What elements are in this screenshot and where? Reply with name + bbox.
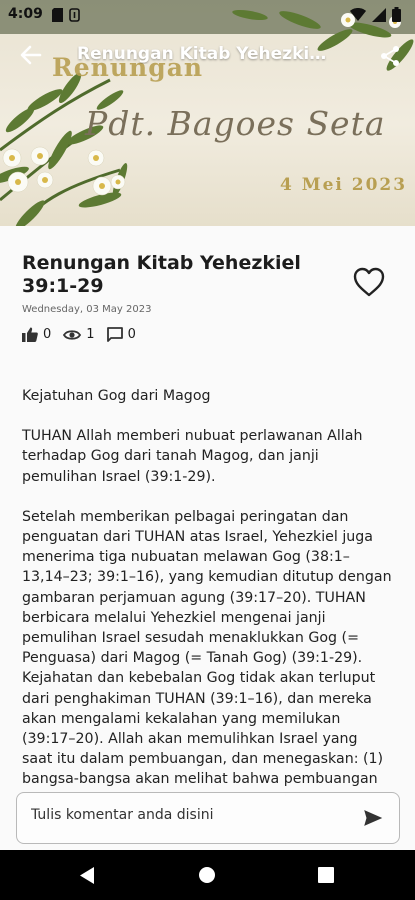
article-content[interactable]: Renungan Kitab Yehezkiel 39:1-29 Wednesd… bbox=[0, 226, 415, 792]
nav-recents-square-icon bbox=[318, 867, 334, 883]
comment-input[interactable] bbox=[29, 806, 343, 824]
article-title: Renungan Kitab Yehezkiel 39:1-29 bbox=[22, 252, 301, 297]
eye-icon bbox=[63, 329, 82, 340]
nav-home-button[interactable] bbox=[198, 866, 216, 888]
comment-count: 0 bbox=[127, 327, 136, 342]
status-bar: 4:09 bbox=[0, 0, 415, 30]
cellular-data-icon bbox=[69, 7, 80, 26]
signal-icon bbox=[372, 7, 386, 26]
thumbs-up-icon bbox=[22, 327, 38, 342]
like-stat[interactable]: 0 bbox=[22, 327, 51, 342]
nav-back-triangle-icon bbox=[80, 867, 94, 884]
view-count: 1 bbox=[86, 327, 95, 342]
favorite-button[interactable] bbox=[352, 266, 386, 298]
heart-outline-icon bbox=[353, 267, 385, 297]
nav-recents-button[interactable] bbox=[318, 867, 334, 887]
wifi-icon bbox=[350, 7, 366, 26]
view-stat: 1 bbox=[63, 327, 95, 342]
comment-stat[interactable]: 0 bbox=[106, 327, 136, 342]
send-button[interactable] bbox=[363, 808, 383, 828]
article-paragraph: Setelah memberikan pelbagai peringatan d… bbox=[22, 508, 392, 788]
article-paragraph: Kejatuhan Gog dari Magog bbox=[22, 388, 211, 404]
nav-back-button[interactable] bbox=[78, 866, 96, 889]
article-paragraph: TUHAN Allah memberi nubuat perlawanan Al… bbox=[22, 428, 363, 485]
article-body: Kejatuhan Gog dari Magog TUHAN Allah mem… bbox=[22, 386, 392, 792]
header-image: Renungan Pdt. Bagoes Seta 4 Mei 2023 4:0… bbox=[0, 0, 415, 226]
send-icon bbox=[364, 810, 383, 826]
comment-icon bbox=[106, 327, 123, 342]
like-count: 0 bbox=[43, 327, 52, 342]
system-nav-bar bbox=[0, 850, 415, 900]
back-button[interactable] bbox=[18, 42, 44, 68]
comment-box bbox=[16, 792, 400, 844]
share-icon bbox=[381, 46, 399, 66]
app-bar-title: Renungan Kitab Yehezkiel 39:1-29 bbox=[77, 44, 327, 64]
nav-home-circle-icon bbox=[199, 867, 215, 883]
sim-icon bbox=[52, 7, 63, 26]
hero-date: 4 Mei 2023 bbox=[280, 175, 408, 195]
battery-icon bbox=[392, 7, 401, 26]
hero-pastor-name: Pdt. Bagoes Seta bbox=[85, 104, 386, 143]
article-stats: 0 1 0 bbox=[22, 327, 148, 342]
comment-bar bbox=[0, 792, 415, 848]
status-time: 4:09 bbox=[8, 6, 43, 22]
article-date: Wednesday, 03 May 2023 bbox=[22, 304, 152, 315]
share-button[interactable] bbox=[378, 44, 402, 68]
arrow-back-icon bbox=[20, 45, 42, 65]
